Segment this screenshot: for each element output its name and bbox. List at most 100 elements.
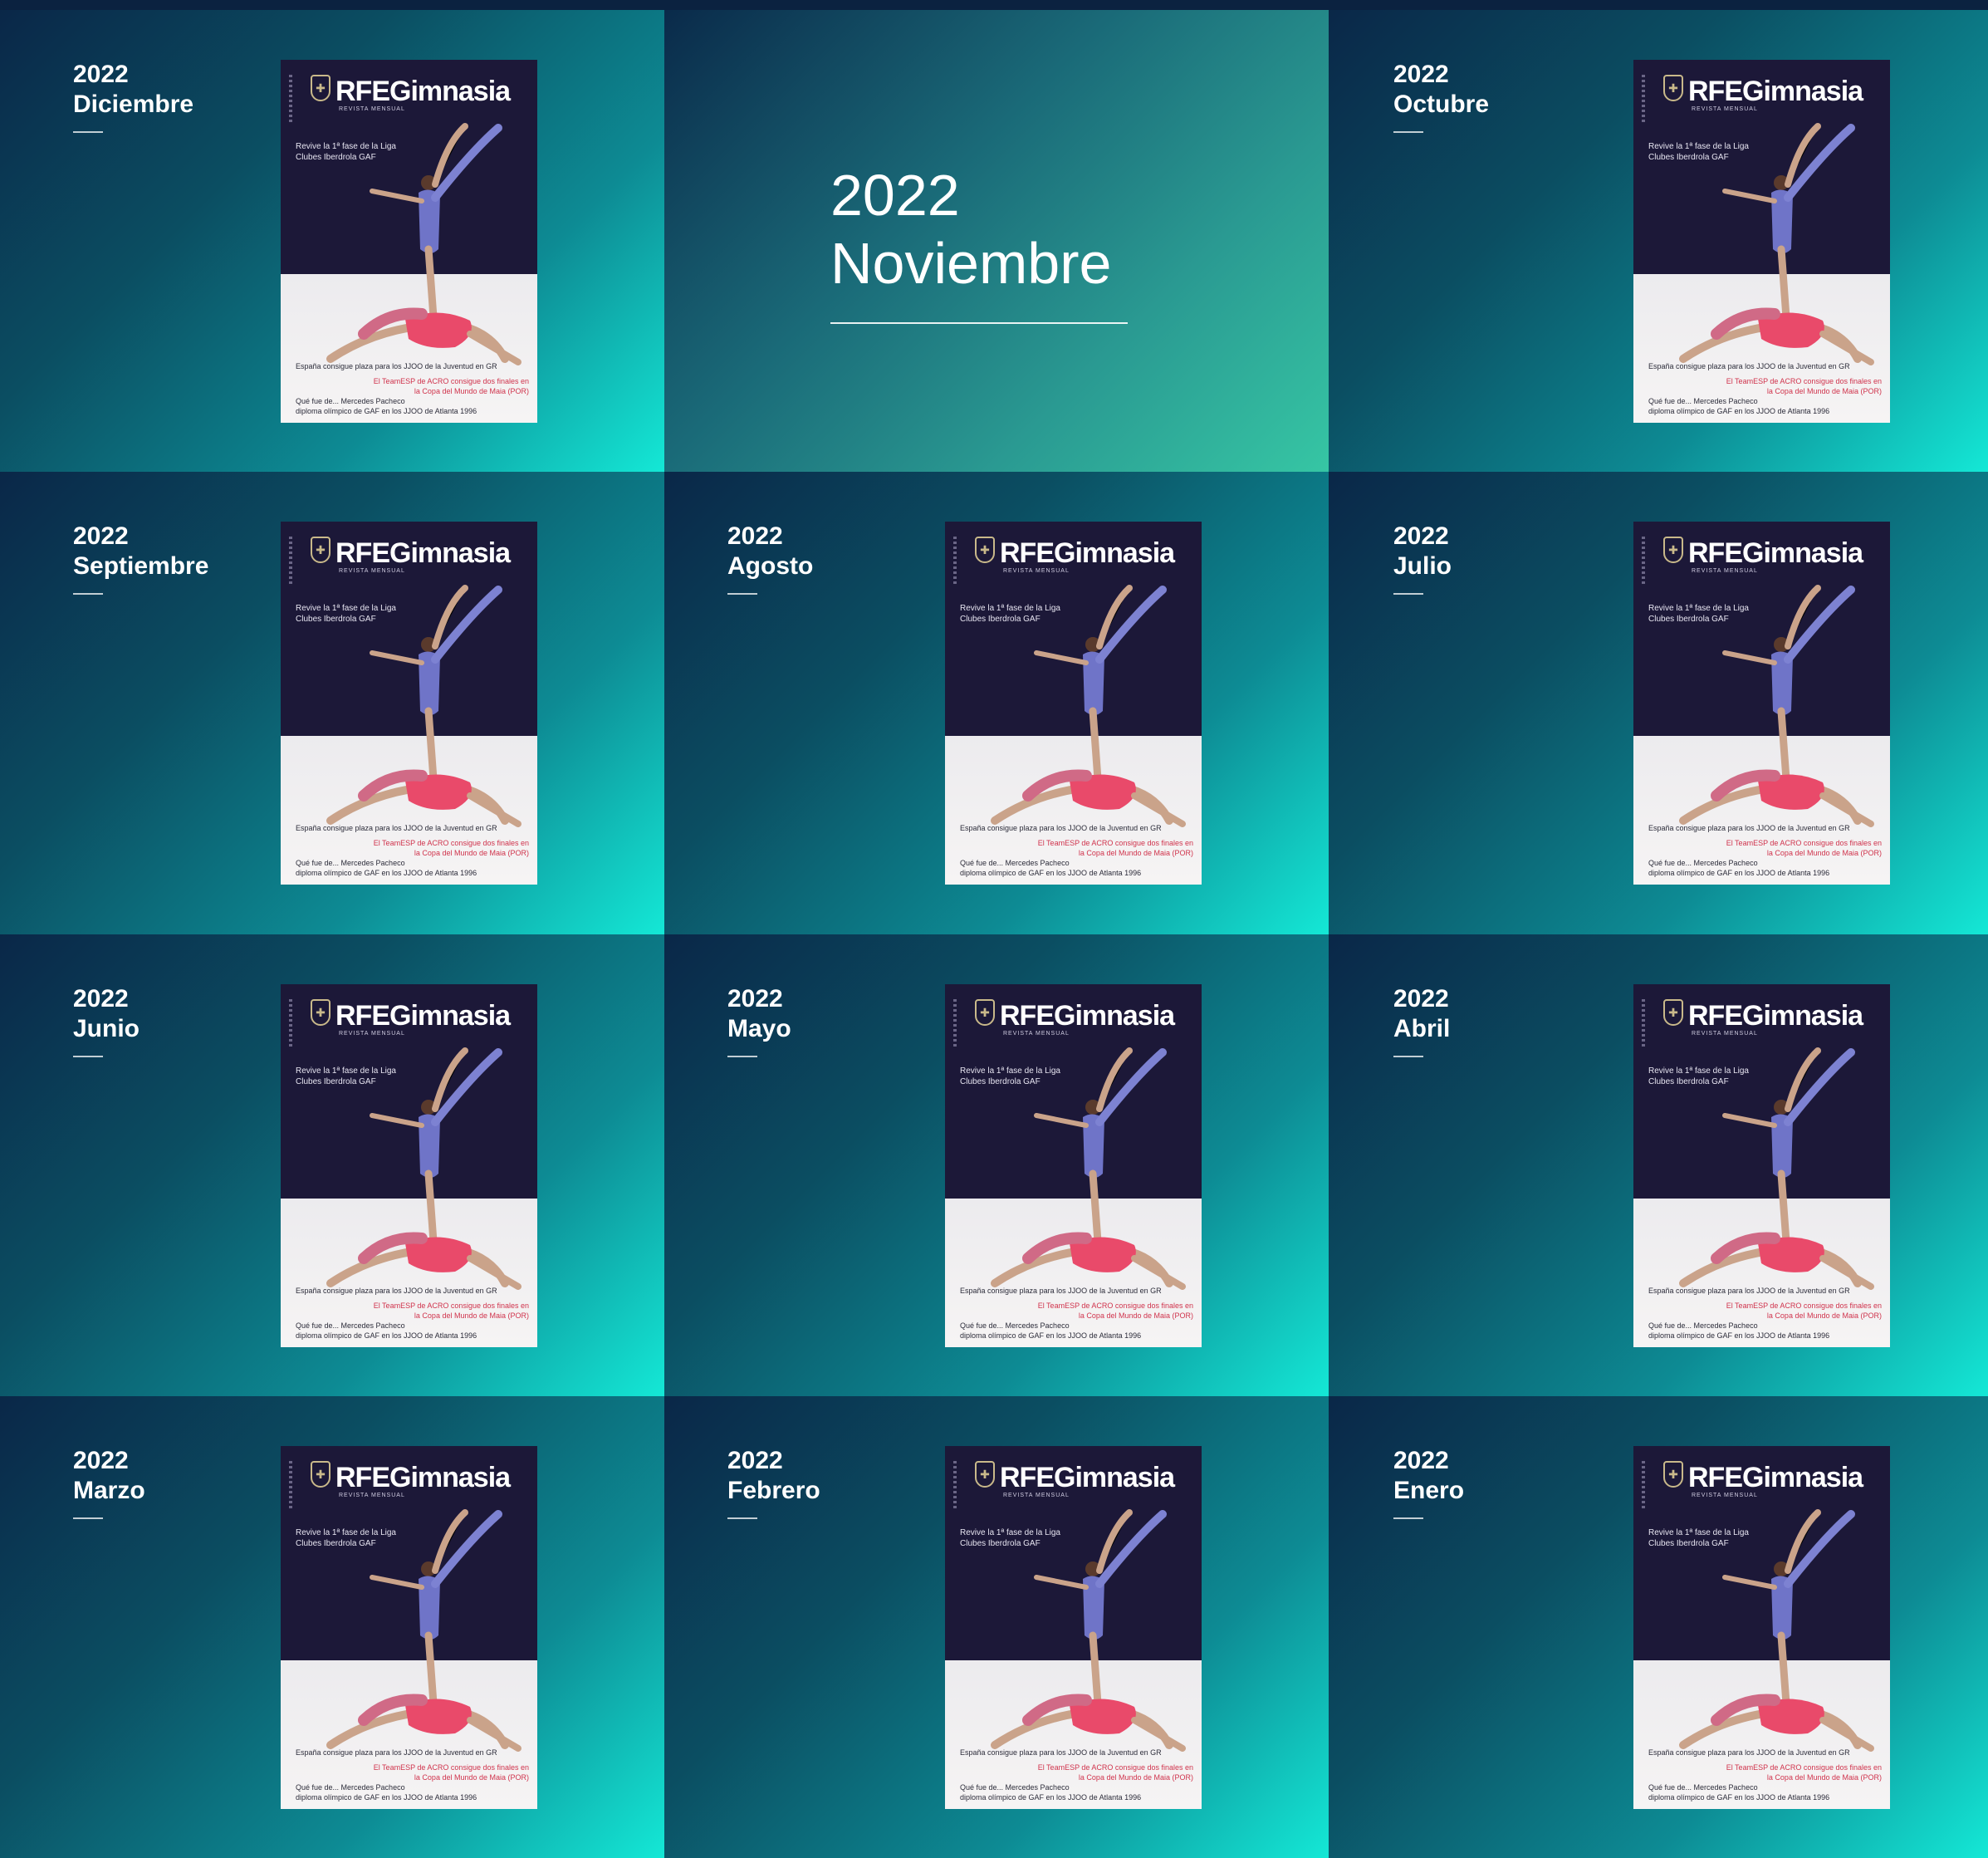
magazine-cover[interactable]: ✚ RFEGimnasia REVISTA MENSUAL Revive la … (1633, 1446, 1890, 1809)
issue-year: 2022 (1393, 1447, 1449, 1474)
cover-line-4: Qué fue de... Mercedes Pacheco (1648, 397, 1758, 405)
issue-tile[interactable]: 2022 Julio ✚ RFEGimnasia REVISTA MENSUAL… (1329, 472, 1988, 934)
cover-line-1: España consigue plaza para los JJOO de l… (960, 1748, 1162, 1757)
cover-line-1: España consigue plaza para los JJOO de l… (296, 1748, 497, 1757)
cover-line-3: la Copa del Mundo de Maia (POR) (1766, 1311, 1882, 1320)
cover-line-1: España consigue plaza para los JJOO de l… (1648, 362, 1850, 370)
cover-line-2: El TeamESP de ACRO consigue dos finales … (373, 839, 529, 847)
cover-line-3: la Copa del Mundo de Maia (POR) (1766, 387, 1882, 395)
issue-tile[interactable]: 2022 Marzo ✚ RFEGimnasia REVISTA MENSUAL… (0, 1396, 664, 1858)
magazine-cover[interactable]: ✚ RFEGimnasia REVISTA MENSUAL Revive la … (281, 1446, 537, 1809)
issue-month: Septiembre (73, 552, 209, 580)
issue-tile[interactable]: 2022 Mayo ✚ RFEGimnasia REVISTA MENSUAL … (664, 934, 1329, 1396)
label-underline (1393, 1056, 1423, 1057)
issue-year: 2022 (727, 522, 783, 550)
cover-line-3: la Copa del Mundo de Maia (POR) (1078, 1773, 1193, 1782)
issue-tile[interactable]: 2022 Enero ✚ RFEGimnasia REVISTA MENSUAL… (1329, 1396, 1988, 1858)
issue-year: 2022 (1393, 985, 1449, 1012)
label-underline (1393, 593, 1423, 595)
magazine-cover[interactable]: ✚ RFEGimnasia REVISTA MENSUAL Revive la … (281, 60, 537, 423)
magazine-cover[interactable]: ✚ RFEGimnasia REVISTA MENSUAL Revive la … (1633, 522, 1890, 885)
cover-line-5: diploma olímpico de GAF en los JJOO de A… (1648, 407, 1830, 415)
label-underline (1393, 131, 1423, 133)
issue-year: 2022 (73, 1447, 129, 1474)
label-underline (73, 131, 103, 133)
cover-line-3: la Copa del Mundo de Maia (POR) (1078, 849, 1193, 857)
issue-month: Abril (1393, 1015, 1451, 1042)
featured-label: 2022 Noviembre (830, 161, 1128, 324)
issue-tile[interactable]: 2022 Abril ✚ RFEGimnasia REVISTA MENSUAL… (1329, 934, 1988, 1396)
cover-line-2: El TeamESP de ACRO consigue dos finales … (1726, 839, 1882, 847)
issue-label: 2022 Mayo (727, 984, 791, 1057)
issue-tile[interactable]: 2022 Septiembre ✚ RFEGimnasia REVISTA ME… (0, 472, 664, 934)
cover-line-1: España consigue plaza para los JJOO de l… (960, 1287, 1162, 1295)
cover-line-1: España consigue plaza para los JJOO de l… (1648, 1748, 1850, 1757)
cover-line-2: El TeamESP de ACRO consigue dos finales … (1726, 1763, 1882, 1772)
magazine-cover[interactable]: ✚ RFEGimnasia REVISTA MENSUAL Revive la … (1633, 984, 1890, 1347)
featured-month: Noviembre (830, 231, 1112, 296)
issue-month: Agosto (727, 552, 814, 580)
magazine-cover[interactable]: ✚ RFEGimnasia REVISTA MENSUAL Revive la … (281, 522, 537, 885)
cover-footer: España consigue plaza para los JJOO de l… (296, 1286, 529, 1341)
cover-line-4: Qué fue de... Mercedes Pacheco (1648, 859, 1758, 867)
issue-month: Febrero (727, 1477, 820, 1504)
issue-year: 2022 (1393, 522, 1449, 550)
cover-line-4: Qué fue de... Mercedes Pacheco (296, 397, 405, 405)
cover-line-5: diploma olímpico de GAF en los JJOO de A… (960, 1793, 1142, 1802)
cover-line-4: Qué fue de... Mercedes Pacheco (960, 1783, 1070, 1792)
cover-line-3: la Copa del Mundo de Maia (POR) (414, 387, 529, 395)
cover-footer: España consigue plaza para los JJOO de l… (960, 1748, 1193, 1802)
issue-label: 2022 Enero (1393, 1446, 1464, 1519)
magazine-cover[interactable]: ✚ RFEGimnasia REVISTA MENSUAL Revive la … (945, 984, 1202, 1347)
magazine-cover[interactable]: ✚ RFEGimnasia REVISTA MENSUAL Revive la … (945, 522, 1202, 885)
issue-label: 2022 Septiembre (73, 522, 208, 595)
label-underline (73, 1056, 103, 1057)
magazine-cover[interactable]: ✚ RFEGimnasia REVISTA MENSUAL Revive la … (281, 984, 537, 1347)
cover-line-5: diploma olímpico de GAF en los JJOO de A… (960, 869, 1142, 877)
cover-line-1: España consigue plaza para los JJOO de l… (1648, 1287, 1850, 1295)
cover-footer: España consigue plaza para los JJOO de l… (1648, 1748, 1882, 1802)
cover-line-5: diploma olímpico de GAF en los JJOO de A… (1648, 1793, 1830, 1802)
cover-footer: España consigue plaza para los JJOO de l… (296, 823, 529, 878)
cover-footer: España consigue plaza para los JJOO de l… (960, 823, 1193, 878)
featured-issue-tile[interactable]: 2022 Noviembre (664, 10, 1329, 472)
cover-line-1: España consigue plaza para los JJOO de l… (296, 824, 497, 832)
magazine-grid: 2022 Diciembre ✚ RFEGimnasia REVISTA MEN… (0, 10, 1988, 1858)
cover-line-3: la Copa del Mundo de Maia (POR) (1078, 1311, 1193, 1320)
cover-footer: España consigue plaza para los JJOO de l… (1648, 1286, 1882, 1341)
cover-line-2: El TeamESP de ACRO consigue dos finales … (1726, 377, 1882, 385)
issue-label: 2022 Agosto (727, 522, 813, 595)
label-underline (73, 1517, 103, 1519)
cover-line-5: diploma olímpico de GAF en los JJOO de A… (296, 1331, 477, 1340)
cover-line-2: El TeamESP de ACRO consigue dos finales … (1037, 1763, 1193, 1772)
label-underline (727, 1517, 757, 1519)
issue-month: Diciembre (73, 91, 194, 118)
featured-underline (830, 322, 1128, 324)
issue-tile[interactable]: 2022 Febrero ✚ RFEGimnasia REVISTA MENSU… (664, 1396, 1329, 1858)
label-underline (727, 593, 757, 595)
magazine-cover[interactable]: ✚ RFEGimnasia REVISTA MENSUAL Revive la … (1633, 60, 1890, 423)
issue-month: Enero (1393, 1477, 1465, 1504)
magazine-cover[interactable]: ✚ RFEGimnasia REVISTA MENSUAL Revive la … (945, 1446, 1202, 1809)
cover-line-5: diploma olímpico de GAF en los JJOO de A… (960, 1331, 1142, 1340)
cover-line-4: Qué fue de... Mercedes Pacheco (296, 1321, 405, 1330)
cover-footer: España consigue plaza para los JJOO de l… (296, 1748, 529, 1802)
issue-tile[interactable]: 2022 Diciembre ✚ RFEGimnasia REVISTA MEN… (0, 10, 664, 472)
issue-year: 2022 (727, 985, 783, 1012)
cover-footer: España consigue plaza para los JJOO de l… (1648, 361, 1882, 416)
cover-footer: España consigue plaza para los JJOO de l… (1648, 823, 1882, 878)
cover-line-3: la Copa del Mundo de Maia (POR) (1766, 1773, 1882, 1782)
cover-line-2: El TeamESP de ACRO consigue dos finales … (373, 1302, 529, 1310)
issue-year: 2022 (1393, 61, 1449, 88)
cover-line-2: El TeamESP de ACRO consigue dos finales … (373, 1763, 529, 1772)
issue-tile[interactable]: 2022 Octubre ✚ RFEGimnasia REVISTA MENSU… (1329, 10, 1988, 472)
cover-line-5: diploma olímpico de GAF en los JJOO de A… (296, 869, 477, 877)
issue-label: 2022 Abril (1393, 984, 1450, 1057)
issue-label: 2022 Junio (73, 984, 140, 1057)
cover-line-1: España consigue plaza para los JJOO de l… (296, 1287, 497, 1295)
cover-line-5: diploma olímpico de GAF en los JJOO de A… (296, 1793, 477, 1802)
cover-line-4: Qué fue de... Mercedes Pacheco (296, 1783, 405, 1792)
issue-tile[interactable]: 2022 Junio ✚ RFEGimnasia REVISTA MENSUAL… (0, 934, 664, 1396)
issue-tile[interactable]: 2022 Agosto ✚ RFEGimnasia REVISTA MENSUA… (664, 472, 1329, 934)
issue-year: 2022 (73, 522, 129, 550)
